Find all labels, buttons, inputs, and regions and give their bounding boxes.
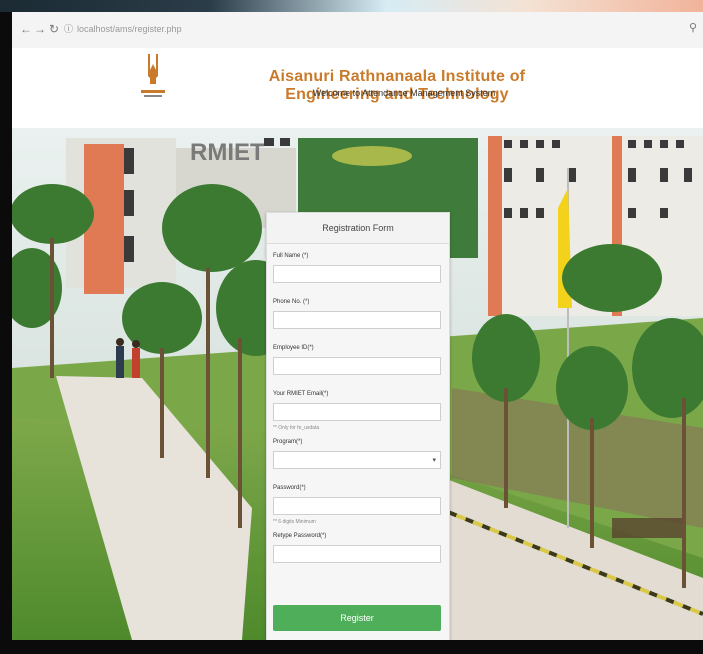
institute-title: Aisanuri Rathnanaala Institute of Engine… xyxy=(268,68,526,103)
chevron-down-icon: ▾ xyxy=(432,457,436,464)
bottom-border xyxy=(0,640,703,654)
full-name-input[interactable] xyxy=(273,265,441,283)
email-hint: ** Only for fe_usdata xyxy=(273,425,320,431)
program-label: Program(*) xyxy=(273,439,303,445)
institute-logo xyxy=(141,54,165,97)
employee-id-input[interactable] xyxy=(273,357,441,375)
registration-form: Registration Form Full Name (*) Phone No… xyxy=(266,212,450,640)
phone-label: Phone No. (*) xyxy=(273,299,310,305)
retype-password-input[interactable] xyxy=(273,545,441,563)
register-button[interactable]: Register xyxy=(273,605,441,631)
program-select[interactable]: ▾ xyxy=(273,451,441,469)
svg-text:RMIET: RMIET xyxy=(190,139,265,166)
page-info-icon[interactable]: ⓘ xyxy=(64,24,73,34)
password-input[interactable] xyxy=(273,497,441,515)
email-label: Your RMIET Email(*) xyxy=(273,391,329,397)
form-title: Registration Form xyxy=(267,213,449,244)
reload-icon[interactable]: ↻ xyxy=(46,21,62,37)
browser-toolbar: ← → ↻ ⓘ localhost/ams/register.php ⚲ xyxy=(12,12,703,49)
url-text: localhost/ams/register.php xyxy=(77,24,182,34)
retype-password-label: Retype Password(*) xyxy=(273,533,327,539)
browser-window: ← → ↻ ⓘ localhost/ams/register.php ⚲ Aisa… xyxy=(12,12,703,640)
password-label: Password(*) xyxy=(273,485,306,491)
search-icon[interactable]: ⚲ xyxy=(689,21,697,34)
browser-top-strip xyxy=(0,0,703,12)
full-name-label: Full Name (*) xyxy=(273,253,309,259)
address-bar[interactable]: ⓘ localhost/ams/register.php xyxy=(64,20,684,38)
employee-id-label: Employee ID(*) xyxy=(273,345,314,351)
email-input[interactable] xyxy=(273,403,441,421)
password-hint: ** 6 digits Minimum xyxy=(273,519,316,525)
phone-input[interactable] xyxy=(273,311,441,329)
welcome-text: Welcome to Attendance Management System xyxy=(312,88,496,98)
